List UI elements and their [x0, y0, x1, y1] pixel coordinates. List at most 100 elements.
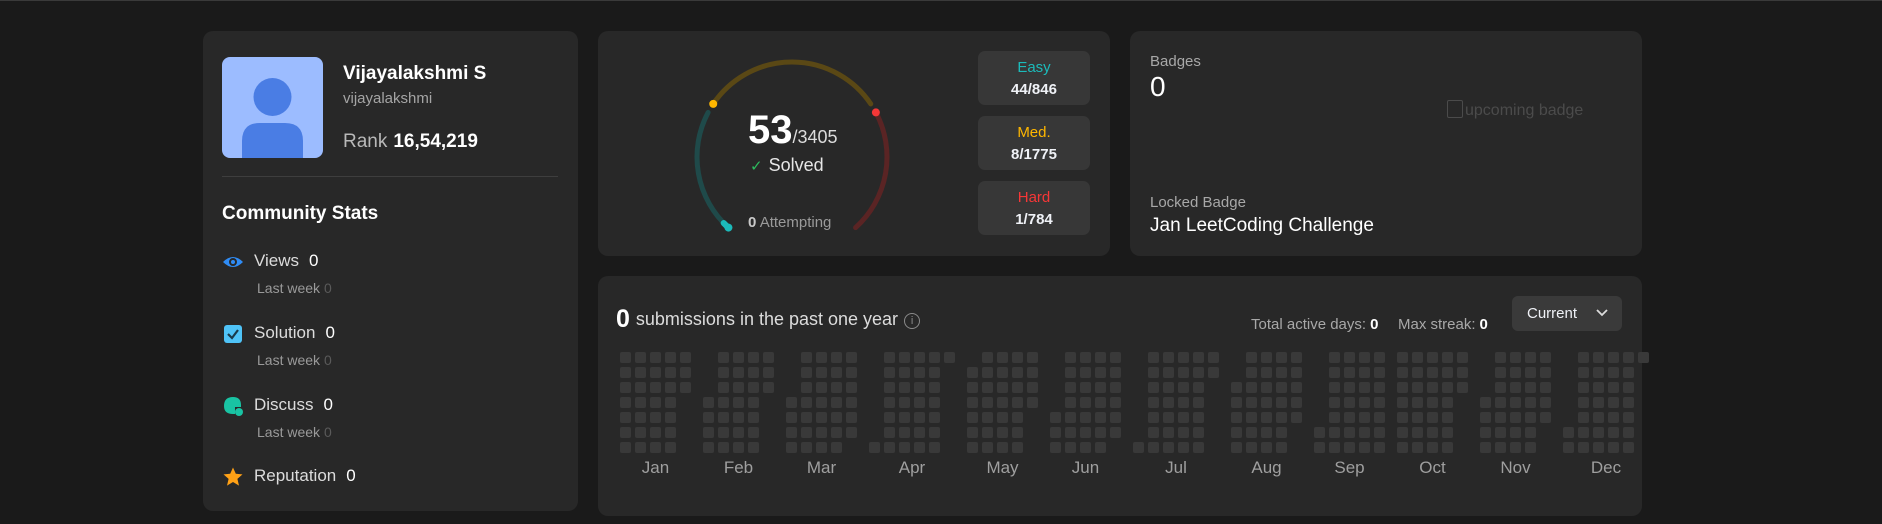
heatmap-cell[interactable]: [816, 427, 827, 438]
heatmap-cell[interactable]: [997, 397, 1008, 408]
heatmap-cell[interactable]: [1193, 427, 1204, 438]
heatmap-cell[interactable]: [1608, 382, 1619, 393]
heatmap-cell[interactable]: [801, 427, 812, 438]
heatmap-cell[interactable]: [1246, 352, 1257, 363]
heatmap-cell[interactable]: [1495, 412, 1506, 423]
heatmap-cell[interactable]: [997, 442, 1008, 453]
heatmap-cell[interactable]: [1163, 442, 1174, 453]
heatmap-cell[interactable]: [899, 427, 910, 438]
heatmap-cell[interactable]: [1510, 382, 1521, 393]
heatmap-cell[interactable]: [1148, 397, 1159, 408]
heatmap-cell[interactable]: [967, 427, 978, 438]
heatmap-cell[interactable]: [914, 412, 925, 423]
heatmap-cell[interactable]: [1178, 397, 1189, 408]
heatmap-cell[interactable]: [1510, 442, 1521, 453]
heatmap-cell[interactable]: [816, 352, 827, 363]
heatmap-cell[interactable]: [1095, 442, 1106, 453]
heatmap-cell[interactable]: [665, 367, 676, 378]
heatmap-cell[interactable]: [801, 382, 812, 393]
heatmap-cell[interactable]: [1442, 412, 1453, 423]
heatmap-cell[interactable]: [982, 352, 993, 363]
heatmap-cell[interactable]: [748, 397, 759, 408]
heatmap-cell[interactable]: [1208, 367, 1219, 378]
heatmap-cell[interactable]: [703, 412, 714, 423]
heatmap-cell[interactable]: [1397, 352, 1408, 363]
heatmap-cell[interactable]: [816, 442, 827, 453]
heatmap-cell[interactable]: [982, 412, 993, 423]
heatmap-cell[interactable]: [846, 367, 857, 378]
heatmap-cell[interactable]: [1480, 442, 1491, 453]
heatmap-cell[interactable]: [680, 367, 691, 378]
heatmap-cell[interactable]: [831, 397, 842, 408]
heatmap-cell[interactable]: [846, 427, 857, 438]
heatmap-cell[interactable]: [1495, 427, 1506, 438]
heatmap-cell[interactable]: [733, 352, 744, 363]
heatmap-cell[interactable]: [1359, 352, 1370, 363]
heatmap-cell[interactable]: [1148, 412, 1159, 423]
heatmap-cell[interactable]: [929, 442, 940, 453]
heatmap-cell[interactable]: [1231, 397, 1242, 408]
heatmap-cell[interactable]: [1578, 397, 1589, 408]
heatmap-cell[interactable]: [703, 397, 714, 408]
heatmap-cell[interactable]: [1495, 442, 1506, 453]
heatmap-cell[interactable]: [1578, 412, 1589, 423]
heatmap-cell[interactable]: [1163, 382, 1174, 393]
heatmap-cell[interactable]: [1246, 367, 1257, 378]
heatmap-cell[interactable]: [899, 442, 910, 453]
heatmap-cell[interactable]: [1246, 442, 1257, 453]
heatmap-cell[interactable]: [1578, 442, 1589, 453]
heatmap-cell[interactable]: [718, 397, 729, 408]
heatmap-cell[interactable]: [1080, 442, 1091, 453]
heatmap-cell[interactable]: [1608, 427, 1619, 438]
heatmap-cell[interactable]: [914, 367, 925, 378]
avatar[interactable]: [222, 57, 323, 158]
year-select[interactable]: Current: [1512, 296, 1622, 331]
heatmap-cell[interactable]: [1276, 412, 1287, 423]
heatmap-cell[interactable]: [929, 427, 940, 438]
heatmap-cell[interactable]: [982, 382, 993, 393]
heatmap-cell[interactable]: [831, 352, 842, 363]
heatmap-cell[interactable]: [1148, 367, 1159, 378]
heatmap-cell[interactable]: [1193, 382, 1204, 393]
heatmap-cell[interactable]: [967, 442, 978, 453]
heatmap-cell[interactable]: [982, 442, 993, 453]
heatmap-cell[interactable]: [1344, 352, 1355, 363]
heatmap-cell[interactable]: [1246, 397, 1257, 408]
info-icon[interactable]: i: [904, 313, 921, 329]
heatmap-cell[interactable]: [1442, 442, 1453, 453]
heatmap-cell[interactable]: [1261, 382, 1272, 393]
heatmap-cell[interactable]: [1593, 412, 1604, 423]
heatmap-cell[interactable]: [1480, 427, 1491, 438]
heatmap-cell[interactable]: [718, 412, 729, 423]
heatmap-cell[interactable]: [1344, 412, 1355, 423]
heatmap-cell[interactable]: [1329, 412, 1340, 423]
heatmap-cell[interactable]: [846, 412, 857, 423]
heatmap-cell[interactable]: [1178, 442, 1189, 453]
heatmap-cell[interactable]: [620, 397, 631, 408]
heatmap-cell[interactable]: [1412, 382, 1423, 393]
locked-badge-name[interactable]: Jan LeetCoding Challenge: [1150, 215, 1374, 237]
heatmap-cell[interactable]: [1261, 367, 1272, 378]
heatmap-cell[interactable]: [718, 427, 729, 438]
heatmap-cell[interactable]: [650, 397, 661, 408]
heatmap-cell[interactable]: [620, 382, 631, 393]
heatmap-cell[interactable]: [1593, 352, 1604, 363]
heatmap-cell[interactable]: [763, 367, 774, 378]
heatmap-cell[interactable]: [665, 397, 676, 408]
difficulty-hard[interactable]: Hard 1/784: [978, 181, 1090, 235]
heatmap-cell[interactable]: [1427, 397, 1438, 408]
heatmap-cell[interactable]: [1525, 352, 1536, 363]
heatmap-cell[interactable]: [1193, 367, 1204, 378]
heatmap-cell[interactable]: [1193, 442, 1204, 453]
heatmap-cell[interactable]: [718, 382, 729, 393]
heatmap-cell[interactable]: [718, 442, 729, 453]
heatmap-cell[interactable]: [967, 382, 978, 393]
heatmap-cell[interactable]: [1163, 352, 1174, 363]
heatmap-cell[interactable]: [786, 412, 797, 423]
heatmap-cell[interactable]: [899, 397, 910, 408]
heatmap-cell[interactable]: [733, 397, 744, 408]
heatmap-cell[interactable]: [1291, 367, 1302, 378]
heatmap-cell[interactable]: [1148, 352, 1159, 363]
heatmap-cell[interactable]: [846, 382, 857, 393]
heatmap-cell[interactable]: [1065, 352, 1076, 363]
